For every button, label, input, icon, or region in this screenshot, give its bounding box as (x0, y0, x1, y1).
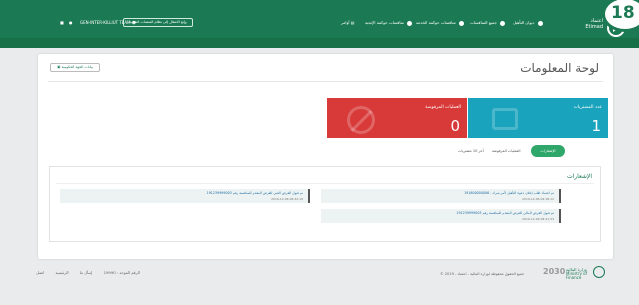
tile-label: عدد المشتريات (573, 105, 602, 110)
top-navigation-bar: ■ ● GEN-INTER-KILLIUT TEAM ☻ وإنع الانتق… (0, 0, 639, 48)
page-title: لوحة المعلومات (520, 61, 599, 75)
footer-link-hotline[interactable]: الرقم الموحد : 19990 (104, 270, 140, 275)
nav-label: ديوان التأهيل (513, 20, 535, 25)
nav-item-service-governance[interactable]: منافسات حوكمة الخدمة (416, 19, 465, 27)
home-icon[interactable]: ■ (60, 19, 64, 27)
top-bar-divider (0, 38, 639, 48)
notification-text: تم اعتماد طلب إعلان دعوة التأهيل لأمر شر… (464, 191, 554, 195)
rejected-operations-tile[interactable]: العمليات المرفوضة 0 (327, 98, 467, 138)
notifications-divider (56, 183, 594, 184)
nav-label: جميع المنافسات (470, 20, 497, 25)
etimad-logo-text: اعتماد Etimad (585, 18, 603, 30)
ban-icon (347, 106, 375, 134)
nav-item-orders[interactable]: أوامر ▤ (341, 19, 355, 27)
nav-dot-icon (459, 20, 465, 26)
title-divider (48, 81, 603, 82)
notification-item[interactable]: تم اعتماد طلب إعلان دعوة التأهيل لأمر شر… (321, 189, 561, 203)
page-footer: الرقم الموحد : 19990 إسأل ما الرئيسية ات… (0, 262, 639, 286)
vision-2030-logo: 2030 (543, 267, 566, 276)
notifications-title: الإشعارات (566, 173, 592, 180)
tab-rejected-operations[interactable]: العمليات المرفوضة (492, 145, 521, 157)
notification-date: 2019-12-06 08:22:18 (271, 197, 303, 201)
tab-notifications[interactable]: الإشعارات (531, 145, 565, 157)
footer-links: الرقم الموحد : 19990 إسأل ما الرئيسية ات… (36, 270, 150, 275)
bell-icon[interactable]: ● (69, 19, 73, 27)
nav-label: منافسات حوكمة الخدمة (416, 20, 456, 25)
nav-dot-icon (537, 20, 543, 26)
button-label: بيانات الجهة الحكومية (61, 65, 93, 69)
nav-item-qualification[interactable]: ديوان التأهيل (513, 19, 543, 27)
nav-label: منافسات حوكمة الإنجبة (365, 20, 404, 25)
footer-link-ask[interactable]: إسأل ما (80, 270, 93, 275)
ministry-seal-icon (593, 266, 605, 278)
footer-link-home[interactable]: الرئيسية (56, 270, 69, 275)
tile-value: 1 (591, 117, 601, 135)
notification-date: 2019-12-06 08:21:33 (522, 217, 554, 221)
notification-item[interactable]: تم قبول العرض الفني للعرض المقدم للمنافس… (60, 189, 310, 203)
nav-label: أوامر (341, 20, 350, 25)
tile-value: 0 (450, 117, 460, 135)
notifications-panel: الإشعارات تم اعتماد طلب إعلان دعوة التأه… (49, 166, 601, 242)
notification-text: تم قبول العرض المالي للعرض المقدم للمناف… (456, 211, 554, 215)
purchases-count-tile[interactable]: عدد المشتريات 1 (468, 98, 608, 138)
document-icon: ▤ (350, 20, 355, 25)
tile-label: العمليات المرفوضة (425, 105, 461, 110)
notification-date: 2019-12-06 09:18:12 (522, 197, 554, 201)
notification-text: تم قبول العرض الفني للعرض المقدم للمنافس… (206, 191, 303, 195)
building-icon: ▣ (57, 65, 61, 69)
copyright-text: © جميع الحقوق محفوظة لوزارة المالية - اع… (440, 272, 525, 276)
nav-item-all-competitions[interactable]: جميع المنافسات (470, 19, 506, 27)
government-entity-data-button[interactable]: ▣ بيانات الجهة الحكومية (50, 63, 100, 72)
footer-link-contact[interactable]: اتصل (36, 270, 44, 275)
switch-system-button[interactable]: وإنع الانتقال إلى نظام المنصات الشديد (123, 18, 193, 27)
notification-item[interactable]: تم قبول العرض المالي للعرض المقدم للمناف… (321, 209, 561, 223)
nav-item-competitions-governance[interactable]: منافسات حوكمة الإنجبة (365, 19, 413, 27)
dashboard-card: ▣ بيانات الجهة الحكومية لوحة المعلومات ع… (38, 54, 613, 259)
nav-dot-icon (407, 20, 413, 26)
nav-dot-icon (500, 20, 506, 26)
tab-last-10-purchases[interactable]: آخر 10 مشتريات (458, 145, 484, 157)
list-icon (492, 108, 518, 130)
ministry-of-finance-logo: وزارة المالية Ministry of Finance (566, 267, 587, 280)
